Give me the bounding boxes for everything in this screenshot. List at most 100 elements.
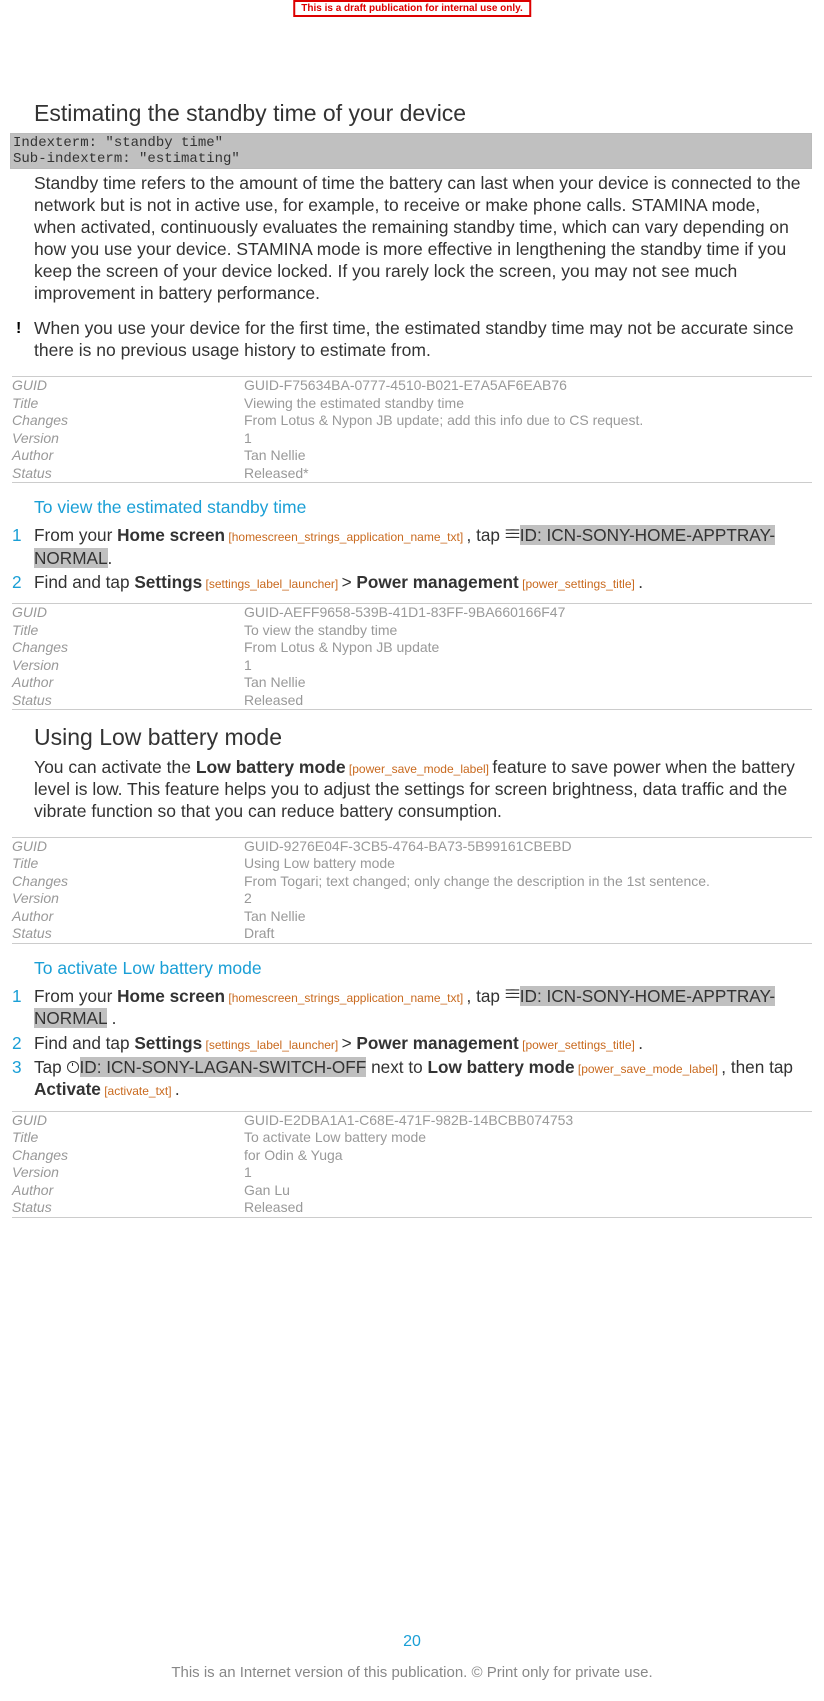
- meta-label: Title: [12, 622, 244, 640]
- home-screen-label: Home screen: [117, 986, 225, 1006]
- ref-text: [activate_txt]: [101, 1084, 175, 1098]
- meta-value: To view the standby time: [244, 622, 812, 640]
- meta-label: GUID: [12, 1112, 244, 1130]
- meta-label: Changes: [12, 873, 244, 891]
- step-number: 1: [10, 524, 34, 569]
- step-body: From your Home screen [homescreen_string…: [34, 524, 804, 569]
- standby-body: Standby time refers to the amount of tim…: [34, 173, 804, 304]
- ref-text: [settings_label_launcher]: [202, 1038, 341, 1052]
- step-number: 2: [10, 571, 34, 593]
- settings-label: Settings: [134, 572, 202, 592]
- text: >: [342, 572, 357, 592]
- step-number: 3: [10, 1056, 34, 1101]
- switch-off-icon: [67, 1061, 79, 1073]
- meta-table-2: GUIDGUID-AEFF9658-539B-41D1-83FF-9BA6601…: [12, 603, 812, 710]
- meta-value: for Odin & Yuga: [244, 1147, 812, 1165]
- step-1: 1 From your Home screen [homescreen_stri…: [10, 524, 804, 569]
- subheading-view-standby: To view the estimated standby time: [34, 497, 814, 518]
- text: Find and tap: [34, 572, 134, 592]
- meta-value: Tan Nellie: [244, 674, 812, 692]
- ref-text: [homescreen_strings_application_name_txt…: [225, 530, 466, 544]
- page-number: 20: [403, 1633, 421, 1651]
- meta-table-1: GUIDGUID-F75634BA-0777-4510-B021-E7A5AF6…: [12, 376, 812, 483]
- meta-label: Version: [12, 890, 244, 908]
- meta-label: Version: [12, 430, 244, 448]
- ref-text: [power_settings_title]: [519, 577, 638, 591]
- power-mgmt-label: Power management: [356, 572, 518, 592]
- meta-value: GUID-9276E04F-3CB5-4764-BA73-5B99161CBEB…: [244, 838, 812, 856]
- text: .: [638, 1033, 643, 1053]
- note-icon: !: [16, 320, 21, 338]
- text: Tap: [34, 1057, 67, 1077]
- meta-label: Status: [12, 692, 244, 710]
- meta-value: To activate Low battery mode: [244, 1129, 812, 1147]
- meta-label: Status: [12, 925, 244, 943]
- meta-value: GUID-F75634BA-0777-4510-B021-E7A5AF6EAB7…: [244, 377, 812, 395]
- apptray-icon: [505, 529, 519, 543]
- text: next to: [366, 1057, 427, 1077]
- meta-table-4: GUIDGUID-E2DBA1A1-C68E-471F-982B-14BCBB0…: [12, 1111, 812, 1218]
- meta-value: Released: [244, 1199, 812, 1217]
- meta-value: 1: [244, 430, 812, 448]
- meta-table-3: GUIDGUID-9276E04F-3CB5-4764-BA73-5B99161…: [12, 837, 812, 944]
- meta-label: Title: [12, 395, 244, 413]
- settings-label: Settings: [134, 1033, 202, 1053]
- power-mgmt-label: Power management: [356, 1033, 518, 1053]
- meta-value: From Lotus & Nypon JB update: [244, 639, 812, 657]
- meta-label: Title: [12, 855, 244, 873]
- step-body: Tap ID: ICN-SONY-LAGAN-SWITCH-OFF next t…: [34, 1056, 804, 1101]
- meta-label: Status: [12, 465, 244, 483]
- step-2: 2 Find and tap Settings [settings_label_…: [10, 1032, 804, 1054]
- meta-label: Author: [12, 908, 244, 926]
- meta-value: 2: [244, 890, 812, 908]
- meta-label: GUID: [12, 377, 244, 395]
- text: From your: [34, 986, 117, 1006]
- text: , tap: [467, 986, 505, 1006]
- meta-label: Version: [12, 657, 244, 675]
- meta-label: Author: [12, 674, 244, 692]
- meta-value: Viewing the estimated standby time: [244, 395, 812, 413]
- meta-label: Changes: [12, 639, 244, 657]
- section-heading-standby: Estimating the standby time of your devi…: [34, 100, 814, 127]
- text: , tap: [467, 525, 505, 545]
- meta-label: Author: [12, 1182, 244, 1200]
- text: , then tap: [721, 1057, 793, 1077]
- steps-view-standby: 1 From your Home screen [homescreen_stri…: [10, 524, 804, 593]
- text: >: [342, 1033, 357, 1053]
- meta-value: Using Low battery mode: [244, 855, 812, 873]
- meta-label: Title: [12, 1129, 244, 1147]
- text: Find and tap: [34, 1033, 134, 1053]
- low-battery-mode-label: Low battery mode: [196, 757, 346, 777]
- ref-text: [settings_label_launcher]: [202, 577, 341, 591]
- footer-text: This is an Internet version of this publ…: [0, 1664, 824, 1681]
- ref-text: [homescreen_strings_application_name_txt…: [225, 991, 466, 1005]
- meta-value: GUID-E2DBA1A1-C68E-471F-982B-14BCBB07475…: [244, 1112, 812, 1130]
- note-block: ! When you use your device for the first…: [10, 318, 814, 362]
- meta-label: Status: [12, 1199, 244, 1217]
- meta-value: Gan Lu: [244, 1182, 812, 1200]
- subheading-activate-lowbattery: To activate Low battery mode: [34, 958, 814, 979]
- step-1: 1 From your Home screen [homescreen_stri…: [10, 985, 804, 1030]
- text: .: [175, 1079, 180, 1099]
- draft-banner: This is a draft publication for internal…: [293, 0, 531, 17]
- meta-value: Released: [244, 692, 812, 710]
- text: From your: [34, 525, 117, 545]
- note-text: When you use your device for the first t…: [34, 318, 804, 362]
- meta-value: 1: [244, 657, 812, 675]
- step-2: 2 Find and tap Settings [settings_label_…: [10, 571, 804, 593]
- text: .: [108, 548, 113, 568]
- section-heading-lowbattery: Using Low battery mode: [34, 724, 814, 751]
- page-content: Estimating the standby time of your devi…: [0, 0, 824, 1218]
- meta-label: Changes: [12, 1147, 244, 1165]
- step-body: Find and tap Settings [settings_label_la…: [34, 571, 804, 593]
- steps-activate-lowbattery: 1 From your Home screen [homescreen_stri…: [10, 985, 804, 1101]
- meta-label: Changes: [12, 412, 244, 430]
- meta-value: Draft: [244, 925, 812, 943]
- meta-value: Tan Nellie: [244, 447, 812, 465]
- lowbattery-body: You can activate the Low battery mode [p…: [34, 757, 804, 823]
- icon-id: ID: ICN-SONY-LAGAN-SWITCH-OFF: [80, 1057, 367, 1077]
- meta-label: GUID: [12, 604, 244, 622]
- sub-indexterm-line: Sub-indexterm: "estimating": [13, 151, 811, 167]
- apptray-icon: [505, 989, 519, 1003]
- text: .: [107, 1008, 117, 1028]
